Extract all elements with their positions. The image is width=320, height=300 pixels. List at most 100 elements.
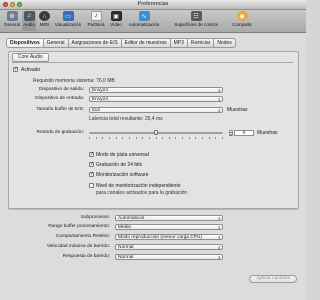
scrub-speed-label: Velocidad máxima de barrido: [46, 244, 110, 249]
recording-delay-slider-knob[interactable] [154, 130, 158, 135]
chevron-updown-icon: ⇕ [217, 235, 221, 240]
slider-tick [195, 137, 197, 139]
slider-tick [135, 137, 137, 139]
input-device-value: Envy24 [92, 97, 108, 102]
film-icon: ▣ [110, 11, 122, 21]
scrub-speed-value: Normal [118, 245, 134, 250]
toolbar-superficies-de-control[interactable]: ☷ Superficies de control [165, 11, 227, 31]
slider-ticks [89, 137, 223, 139]
activated-checkbox[interactable]: ✓ [13, 67, 18, 72]
score-icon: ♪ [90, 11, 102, 21]
toolbar-video[interactable]: ▣ Vídeo [109, 11, 123, 31]
control-surface-icon: ☷ [190, 11, 202, 21]
buffer-size-value: 512 [92, 108, 101, 113]
output-device-label: Dispositivo de salida: [38, 87, 84, 92]
slider-tick [122, 137, 124, 139]
chevron-updown-icon: ⇕ [217, 88, 221, 93]
buffer-range-value: Medio [118, 225, 132, 230]
toolbar-automatizacion[interactable]: ∿ Automatización [125, 11, 163, 31]
memory-requirement: Requisito memoria sistema: 76,0 MB [33, 78, 115, 84]
chevron-updown-icon: ⇕ [217, 216, 221, 221]
independent-monitoring-label: Nivel de monitorización independiente [96, 183, 181, 189]
chevron-updown-icon: ⇕ [217, 245, 221, 250]
monitor-icon: ▭ [62, 11, 74, 21]
buffer-range-label: Rango buffer procesamiento: [48, 224, 110, 229]
slider-tick [95, 137, 97, 139]
recording-delay-unit: Muestras [257, 130, 278, 136]
slider-tick [128, 137, 130, 139]
activated-label: Activado [21, 67, 41, 73]
slider-tick [162, 137, 164, 139]
tab-mp3[interactable]: MP3 [170, 38, 188, 48]
toolbar-compartir[interactable]: ◉ Compartir [229, 11, 255, 31]
subprocess-popup[interactable]: Automáticos ⇕ [115, 215, 223, 221]
output-device-value: Envy24 [92, 88, 108, 93]
window-title: Preferencias [137, 1, 169, 7]
slider-tick [222, 137, 223, 139]
midi-connector-icon: ∴ [39, 11, 50, 21]
recording-delay-field[interactable]: 0 [234, 130, 254, 136]
automation-icon: ∿ [138, 11, 150, 21]
output-device-popup[interactable]: Envy24 ⇕ [89, 87, 223, 93]
slider-tick [142, 137, 144, 139]
slider-tick [168, 137, 170, 139]
24bit-recording-label: Grabación de 24 bits [96, 162, 143, 168]
divider [12, 62, 293, 63]
speaker-icon: ♫ [23, 11, 35, 21]
recording-delay-label: Retardo de grabación: [36, 130, 84, 135]
toolbar-partitura[interactable]: ♪ Partitura [85, 11, 107, 31]
rewire-label: Comportamiento ReWire: [55, 234, 110, 239]
subprocess-label: Subprocesos: [80, 215, 110, 220]
chevron-updown-icon: ⇕ [217, 108, 221, 113]
tab-general[interactable]: General [43, 38, 69, 48]
independent-monitoring-note: para canales activados para la grabación [96, 190, 188, 196]
subprocess-value: Automáticos [118, 216, 145, 221]
rewire-popup[interactable]: Modo reproducción (menor carga CPU) ⇕ [115, 234, 223, 240]
switch-icon: ⚙ [6, 11, 18, 21]
divider [8, 209, 298, 210]
buffer-unit: Muestras [227, 107, 248, 113]
toolbar-general[interactable]: ⚙ General [3, 11, 21, 31]
slider-tick [182, 137, 184, 139]
buffer-range-popup[interactable]: Medio ⇕ [115, 224, 223, 230]
input-device-popup[interactable]: Envy24 ⇕ [89, 96, 223, 102]
software-monitoring-label: Monitorización software [96, 172, 149, 178]
share-icon: ◉ [236, 11, 248, 21]
preferences-window: Preferencias ⚙ General ♫ Audio ∴ MIDI ▭ … [0, 0, 306, 300]
slider-tick [215, 137, 217, 139]
recording-delay-stepper[interactable]: ▴ ▾ [229, 130, 233, 136]
chevron-updown-icon: ⇕ [217, 255, 221, 260]
input-device-label: Dispositivo de entrada: [35, 96, 84, 101]
apply-changes-button[interactable]: Aplicar cambios [249, 275, 297, 283]
buffer-size-label: Tamaño buffer de E/S: [36, 107, 84, 112]
24bit-recording-checkbox[interactable]: ✓ [89, 162, 94, 167]
slider-tick [188, 137, 190, 139]
tab-dispositivos[interactable]: Dispositivos [6, 38, 44, 48]
scrub-response-value: Normal [118, 255, 134, 260]
slider-tick [102, 137, 104, 139]
title-bar: Preferencias [0, 0, 306, 10]
scrub-response-popup[interactable]: Normal ⇕ [115, 254, 223, 260]
software-monitoring-checkbox[interactable]: ✓ [89, 172, 94, 177]
tab-nodos[interactable]: Nodos [214, 38, 236, 48]
toolbar-audio[interactable]: ♫ Audio [22, 11, 36, 31]
preferences-toolbar: ⚙ General ♫ Audio ∴ MIDI ▭ Visualización… [0, 10, 306, 33]
tab-core-audio[interactable]: Core Audio [12, 53, 49, 62]
toolbar-visualizacion[interactable]: ▭ Visualización [53, 11, 83, 31]
slider-tick [108, 137, 110, 139]
universal-track-mode-checkbox[interactable]: ✓ [89, 152, 94, 157]
latency-readout: Latencia total resultante: 25,4 ms [89, 116, 163, 122]
scrub-response-label: Respuesta de barrido: [62, 254, 110, 259]
slider-tick [208, 137, 210, 139]
independent-monitoring-checkbox[interactable] [89, 183, 94, 188]
slider-tick [89, 137, 90, 139]
toolbar-midi[interactable]: ∴ MIDI [38, 11, 51, 31]
universal-track-mode-label: Modo de pista universal [96, 152, 149, 158]
buffer-size-popup[interactable]: 512 ⇕ [89, 107, 223, 113]
tab-reiniciar[interactable]: Reiniciar [187, 38, 215, 48]
chevron-updown-icon: ⇕ [217, 225, 221, 230]
tab-asignaciones[interactable]: Asignaciones de E/S [68, 38, 122, 48]
scrub-speed-popup[interactable]: Normal ⇕ [115, 244, 223, 250]
slider-tick [115, 137, 117, 139]
tab-editor-de-muestras[interactable]: Editor de muestras [121, 38, 171, 48]
